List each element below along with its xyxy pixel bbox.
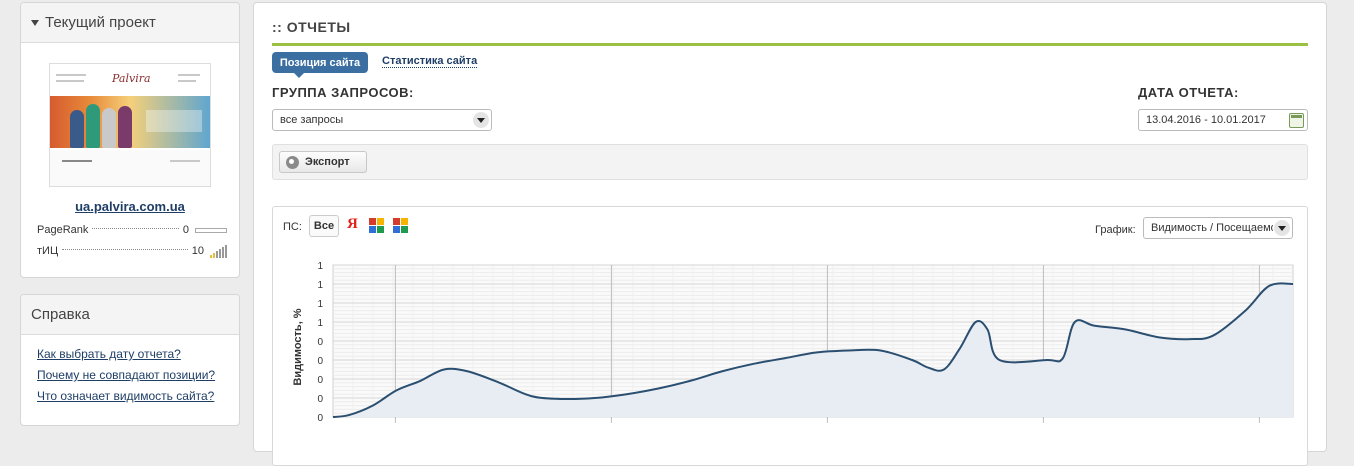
tab-site-position[interactable]: Позиция сайта <box>272 52 368 78</box>
export-icon <box>286 155 299 169</box>
graph-type-select[interactable]: Видимость / Посещаемо <box>1143 217 1293 239</box>
help-link-visibility[interactable]: Что означает видимость сайта? <box>37 389 215 403</box>
help-link-positions-mismatch[interactable]: Почему не совпадают позиции? <box>37 368 215 382</box>
tic-label: тИЦ <box>37 245 59 257</box>
help-header: Справка <box>21 295 239 335</box>
help-panel: Справка Как выбрать дату отчета? Почему … <box>20 294 240 426</box>
report-date-input[interactable]: 13.04.2016 - 10.01.2017 <box>1138 109 1308 131</box>
help-title: Справка <box>31 306 90 323</box>
query-group-select[interactable]: все запросы <box>272 109 492 131</box>
reports-panel: :: ОТЧЕТЫ Позиция сайта Статистика сайта… <box>253 2 1327 466</box>
help-links: Как выбрать дату отчета? Почему не совпа… <box>37 347 215 410</box>
google-icon[interactable] <box>393 218 408 233</box>
help-link-choose-date[interactable]: Как выбрать дату отчета? <box>37 347 215 361</box>
y-tick-label: 0 <box>317 375 323 386</box>
pagerank-bar <box>195 227 227 233</box>
y-axis-label: Видимость, % <box>292 308 304 385</box>
google-icon[interactable] <box>369 218 384 233</box>
tic-bars-icon <box>210 244 227 258</box>
export-button[interactable]: Экспорт <box>279 151 367 173</box>
y-tick-label: 1 <box>317 299 323 310</box>
y-tick-label: 0 <box>317 337 323 348</box>
thumbnail-footer <box>50 150 210 186</box>
current-project-header[interactable]: Текущий проект <box>21 3 239 43</box>
y-tick-label: 1 <box>317 318 323 329</box>
chart-panel: ПС: Все Я График: Видимость / Посещаемо … <box>272 206 1308 466</box>
graph-type-label: График: <box>1095 224 1136 236</box>
thumbnail-logo: Palvira <box>112 72 151 85</box>
site-link[interactable]: ua.palvira.com.ua <box>21 199 239 214</box>
calendar-icon[interactable] <box>1289 113 1304 128</box>
y-tick-label: 1 <box>317 280 323 291</box>
y-tick-label: 0 <box>317 356 323 367</box>
page-title: :: ОТЧЕТЫ <box>272 19 351 35</box>
dropdown-arrow-icon[interactable] <box>473 112 489 128</box>
thumbnail-header: Palvira <box>50 64 210 94</box>
site-thumbnail[interactable]: Palvira <box>49 63 211 187</box>
pagerank-label: PageRank <box>37 224 89 236</box>
y-tick-label: 1 <box>317 261 323 272</box>
tic-value: 10 <box>191 245 204 257</box>
report-toolbar: Экспорт <box>272 144 1308 180</box>
pagerank-value: 0 <box>182 224 189 236</box>
visibility-chart: 0 0 0 0 0 1 1 1 1 Видимость, % <box>292 261 1294 424</box>
thumbnail-banner-text <box>146 110 202 132</box>
current-project-panel: Текущий проект Palvira ua.palvira.com.ua… <box>20 2 240 278</box>
report-date-label: ДАТА ОТЧЕТА: <box>1138 85 1239 100</box>
graph-type-value: Видимость / Посещаемо <box>1151 222 1273 234</box>
dropdown-arrow-icon[interactable] <box>1274 220 1290 236</box>
thumbnail-people-image <box>66 98 136 148</box>
pagerank-metric: PageRank 0 <box>37 224 227 236</box>
tic-metric: тИЦ 10 <box>37 244 227 258</box>
report-date-value: 13.04.2016 - 10.01.2017 <box>1146 114 1266 126</box>
title-divider <box>272 43 1308 46</box>
tab-site-statistics[interactable]: Статистика сайта <box>382 55 478 68</box>
engine-all-button[interactable]: Все <box>309 215 339 237</box>
collapse-triangle-icon <box>31 19 39 26</box>
search-engines-label: ПС: <box>283 221 302 233</box>
export-label: Экспорт <box>305 156 350 168</box>
query-group-value: все запросы <box>280 114 344 126</box>
current-project-title: Текущий проект <box>45 14 156 31</box>
y-tick-label: 0 <box>317 413 323 424</box>
yandex-icon[interactable]: Я <box>347 216 358 233</box>
query-group-label: ГРУППА ЗАПРОСОВ: <box>272 85 414 100</box>
y-tick-label: 0 <box>317 394 323 405</box>
